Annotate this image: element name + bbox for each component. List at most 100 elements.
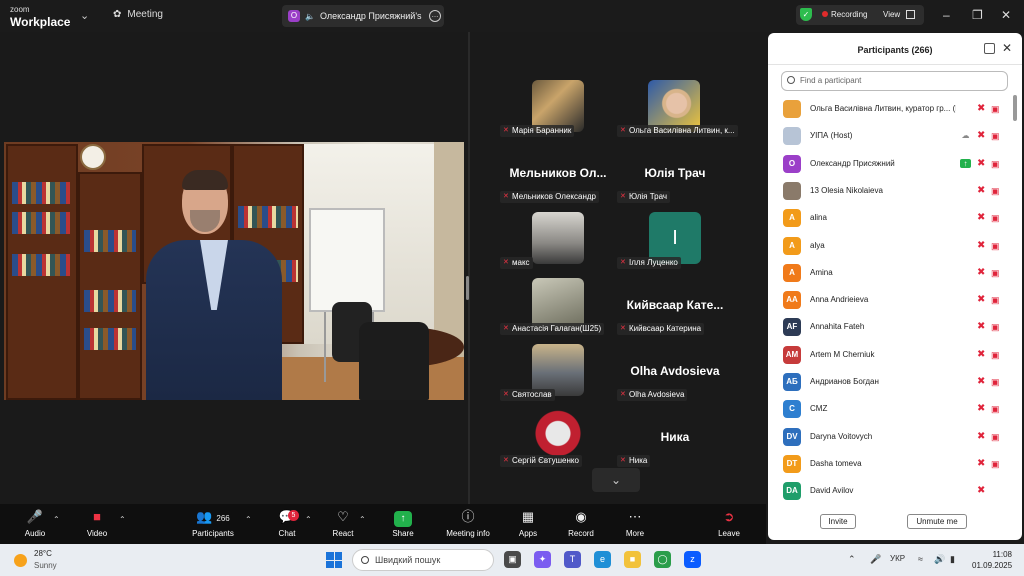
books xyxy=(84,328,136,350)
video-tile-bw-photo[interactable] xyxy=(532,212,584,264)
search-icon xyxy=(361,556,369,564)
taskbar-clock[interactable]: 11:08 01.09.2025 xyxy=(972,549,1012,571)
mic-muted-icon[interactable]: ✖ xyxy=(977,240,987,252)
close-window-button[interactable]: ✕ xyxy=(1001,8,1011,22)
video-button[interactable]: ■ Video xyxy=(84,508,110,538)
more-label: More xyxy=(625,529,645,538)
participant-row[interactable]: DA David Avilov ✖ xyxy=(768,477,1012,504)
mic-muted-icon[interactable]: ✖ xyxy=(977,294,987,306)
leave-button[interactable]: ➲ Leave xyxy=(716,508,742,538)
participant-row[interactable]: О Олександр Присяжний ↑ ✖ ▣ xyxy=(768,150,1012,177)
participants-button[interactable]: 👥 266 Participants xyxy=(188,508,238,538)
chevron-down-icon[interactable]: ⌄ xyxy=(80,9,89,22)
react-options-caret[interactable]: ⌃ xyxy=(359,515,366,524)
mic-muted-icon[interactable]: ✖ xyxy=(977,212,987,224)
camera-off-icon: ▣ xyxy=(991,458,1000,469)
unmute-me-button[interactable]: Unmute me xyxy=(907,514,967,529)
audio-options-caret[interactable]: ⌃ xyxy=(53,515,60,524)
participant-row[interactable]: DV Daryna Voitovych ✖ ▣ xyxy=(768,423,1012,450)
volume-icon[interactable]: 🔊 xyxy=(934,554,945,565)
task-view-icon[interactable]: ▣ xyxy=(504,551,521,568)
mic-muted-icon[interactable]: ✖ xyxy=(977,130,987,142)
participant-avatar: AF xyxy=(783,318,801,337)
react-button[interactable]: ♡ React xyxy=(331,508,355,538)
microphone-tray-icon[interactable]: 🎤 xyxy=(870,554,881,565)
participant-row[interactable]: DT Dasha tomeva ✖ ▣ xyxy=(768,450,1012,477)
record-button[interactable]: ◉ Record xyxy=(566,508,596,538)
participant-row[interactable]: АБ Андрианов Богдан ✖ ▣ xyxy=(768,368,1012,395)
participant-name: Anna Andrieieva xyxy=(810,295,869,305)
more-options-icon[interactable]: … xyxy=(428,10,441,22)
participant-row[interactable]: AM Artem M Cherniuk ✖ ▣ xyxy=(768,341,1012,368)
gallery-scroll-down[interactable]: ⌄ xyxy=(592,468,640,492)
mic-muted-icon[interactable]: ✖ xyxy=(977,431,987,443)
mic-muted-icon[interactable]: ✖ xyxy=(977,458,987,470)
participant-row[interactable]: C CMZ ✖ ▣ xyxy=(768,395,1012,422)
teams-icon[interactable]: T xyxy=(564,551,581,568)
more-button[interactable]: ⋯ More xyxy=(622,508,648,538)
video-options-caret[interactable]: ⌃ xyxy=(119,515,126,524)
popout-icon[interactable] xyxy=(984,43,995,54)
mic-muted-icon: ✕ xyxy=(620,457,626,464)
participant-row[interactable]: 13 Olesia Nikolaieva ✖ ▣ xyxy=(768,177,1012,204)
security-shield-icon[interactable]: ✓ xyxy=(800,8,812,21)
mic-muted-icon[interactable]: ✖ xyxy=(977,103,987,115)
show-hidden-icons[interactable]: ⌃ xyxy=(848,554,856,565)
resize-handle[interactable] xyxy=(466,276,469,300)
participant-avatar: AM xyxy=(783,345,801,364)
mic-muted-icon[interactable]: ✖ xyxy=(977,321,987,333)
participant-row[interactable]: AA Anna Andrieieva ✖ ▣ xyxy=(768,286,1012,313)
wifi-icon[interactable]: ≈ xyxy=(918,554,923,564)
participants-options-caret[interactable]: ⌃ xyxy=(245,515,252,524)
participant-row[interactable]: УІПА (Host) ☁ ✖ ▣ xyxy=(768,122,1012,149)
mic-muted-icon[interactable]: ✖ xyxy=(977,185,987,197)
windows-start-icon[interactable] xyxy=(326,552,342,568)
file-explorer-icon[interactable]: ■ xyxy=(624,551,641,568)
share-button[interactable]: ↑ Share xyxy=(390,508,416,538)
taskbar-search-input[interactable]: Швидкий пошук xyxy=(352,549,494,571)
meeting-menu[interactable]: ✿ Meeting xyxy=(113,9,163,20)
copilot-icon[interactable]: ✦ xyxy=(534,551,551,568)
zoom-taskbar-icon[interactable]: z xyxy=(684,551,701,568)
participant-row[interactable]: A Amina ✖ ▣ xyxy=(768,259,1012,286)
audio-button[interactable]: 🎤 Audio xyxy=(22,508,48,538)
weather-desc[interactable]: Sunny xyxy=(34,561,57,570)
mic-muted-icon[interactable]: ✖ xyxy=(977,349,987,361)
mic-muted-icon[interactable]: ✖ xyxy=(977,267,987,279)
tile-name: ✕ Мельников Олександр xyxy=(500,191,599,203)
participant-row[interactable]: Aalya ✖ ▣ xyxy=(768,232,1012,259)
wall-clock xyxy=(80,144,106,170)
meeting-info-button[interactable]: ⓘ Meeting info xyxy=(443,508,493,538)
panel-scrollbar[interactable] xyxy=(1013,95,1017,121)
mic-muted-icon[interactable]: ✖ xyxy=(977,485,987,497)
battery-icon[interactable]: ▮ xyxy=(950,554,955,565)
camera-off-icon: ▣ xyxy=(991,349,1000,360)
meeting-info-label: Meeting info xyxy=(446,529,490,538)
record-label: Record xyxy=(568,529,594,538)
view-grid-icon[interactable] xyxy=(906,10,915,19)
view-button[interactable]: View xyxy=(883,10,900,19)
participant-search-input[interactable]: Find a participant xyxy=(781,71,1008,91)
recording-label[interactable]: Recording xyxy=(831,10,867,19)
close-icon[interactable]: ✕ xyxy=(1002,41,1012,55)
participant-row[interactable]: Aalina ✖ ▣ xyxy=(768,204,1012,231)
participant-row[interactable]: Ольга Василівна Литвин, куратор гр... (M… xyxy=(768,95,1012,122)
books xyxy=(12,254,70,276)
chrome-icon[interactable]: ◯ xyxy=(654,551,671,568)
maximize-button[interactable]: ❐ xyxy=(972,8,983,22)
mic-muted-icon[interactable]: ✖ xyxy=(977,158,987,170)
participant-row[interactable]: AF Annahita Fateh ✖ ▣ xyxy=(768,313,1012,340)
search-icon xyxy=(787,76,795,84)
screen-share-tab[interactable]: O 🔈 Олександр Присяжний's screen … xyxy=(282,5,444,27)
minimize-button[interactable]: – xyxy=(943,8,950,22)
mic-muted-icon[interactable]: ✖ xyxy=(977,376,987,388)
chat-options-caret[interactable]: ⌃ xyxy=(305,515,312,524)
language-indicator[interactable]: УКР xyxy=(890,554,905,563)
camera-off-icon: ▣ xyxy=(991,104,1000,114)
apps-button[interactable]: ▦ Apps xyxy=(515,508,541,538)
edge-icon[interactable]: e xyxy=(594,551,611,568)
record-icon: ◉ xyxy=(575,509,587,524)
weather-temp[interactable]: 28°C xyxy=(34,549,52,558)
mic-muted-icon[interactable]: ✖ xyxy=(977,403,987,415)
invite-button[interactable]: Invite xyxy=(820,514,856,529)
